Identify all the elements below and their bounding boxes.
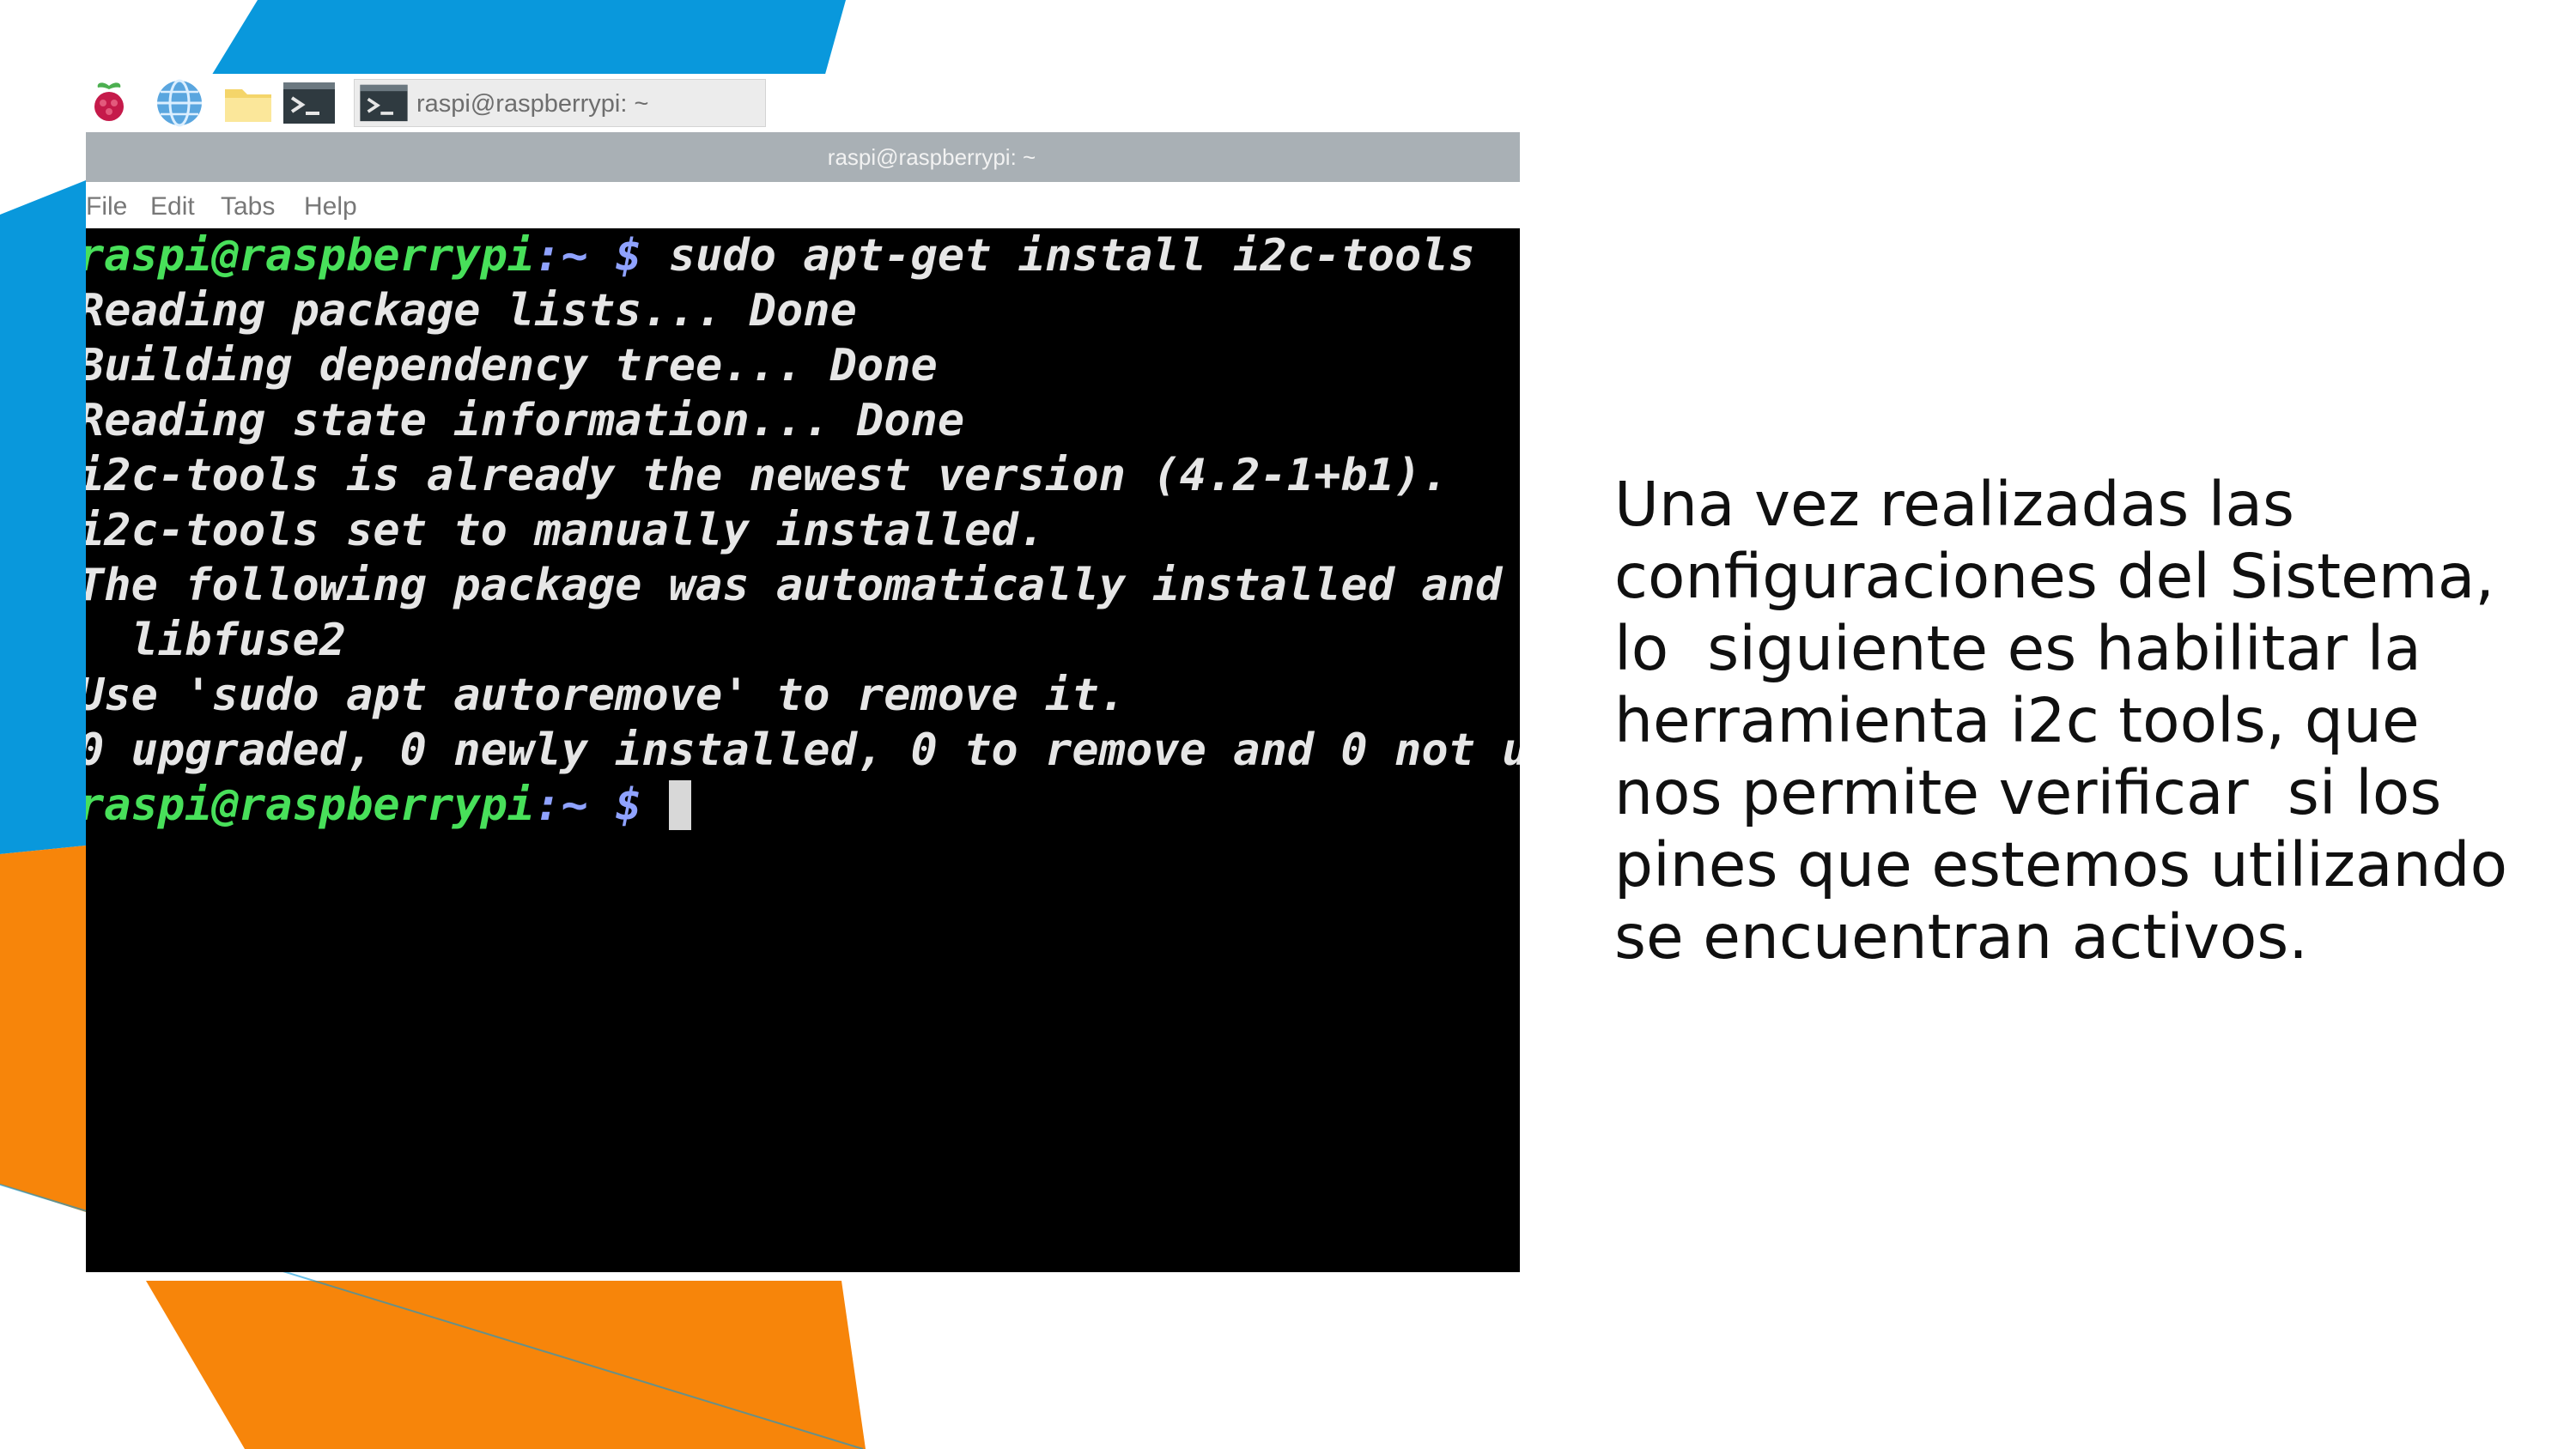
menu-tabs[interactable]: Tabs: [221, 192, 275, 221]
orange-shape-bottom: [146, 1281, 866, 1449]
taskbar: raspi@raspberrypi: ~: [86, 74, 1520, 132]
description-line: herramienta i2c tools, que: [1614, 685, 2420, 756]
text-cursor: [668, 780, 691, 830]
menu-bar: File Edit Tabs Help: [86, 182, 1520, 228]
output-line: libfuse2: [86, 615, 347, 666]
menu-file[interactable]: File: [86, 192, 127, 221]
taskbar-terminal-task[interactable]: raspi@raspberrypi: ~: [354, 79, 766, 127]
prompt-user: raspi@raspberrypi: [86, 230, 535, 282]
terminal-icon: [358, 83, 410, 130]
terminal-icon[interactable]: [282, 79, 337, 125]
raspberry-icon[interactable]: [88, 79, 131, 125]
menu-help[interactable]: Help: [304, 192, 357, 221]
description-line: Una vez realizadas las: [1614, 469, 2294, 540]
output-line: i2c-tools is already the newest version …: [86, 450, 1449, 501]
output-line: The following package was automatically …: [86, 560, 1503, 611]
description-text: Una vez realizadas las configuraciones d…: [1614, 469, 2567, 973]
window-titlebar[interactable]: raspi@raspberrypi: ~: [86, 132, 1520, 182]
prompt-dollar: $: [615, 779, 642, 831]
taskbar-task-label: raspi@raspberrypi: ~: [416, 90, 649, 118]
blue-shape-top: [210, 0, 846, 77]
desktop-screenshot: raspi@raspberrypi: ~ raspi@raspberrypi: …: [86, 74, 1520, 1281]
description-line: configuraciones del Sistema,: [1614, 541, 2494, 612]
prompt-line: raspi@raspberrypi:~ $: [86, 778, 691, 833]
prompt-path: :~: [534, 779, 588, 831]
description-line: lo siguiente es habilitar la: [1614, 613, 2421, 684]
blue-shape-left: [0, 180, 86, 854]
terminal-output[interactable]: raspi@raspberrypi:~ $ sudo apt-get insta…: [86, 228, 1520, 1272]
menu-edit[interactable]: Edit: [150, 192, 195, 221]
globe-icon[interactable]: [155, 79, 204, 127]
orange-shape-left: [0, 846, 86, 1212]
description-line: pines que estemos utilizando: [1614, 829, 2508, 900]
terminal-window: raspi@raspberrypi: ~ File Edit Tabs Help…: [86, 132, 1520, 1281]
output-line: Reading state information... Done: [86, 395, 965, 446]
prompt-path: :~: [534, 230, 588, 282]
prompt-user: raspi@raspberrypi: [86, 779, 535, 831]
window-title: raspi@raspberrypi: ~: [827, 144, 1036, 170]
output-line: Reading package lists... Done: [86, 285, 857, 336]
command-text: sudo apt-get install i2c-tools: [668, 230, 1475, 282]
command-line: raspi@raspberrypi:~ $ sudo apt-get insta…: [86, 228, 1475, 283]
folder-icon[interactable]: [222, 79, 275, 125]
output-line: i2c-tools set to manually installed.: [86, 505, 1046, 556]
description-line: se encuentran activos.: [1614, 901, 2308, 973]
output-line: Use 'sudo apt autoremove' to remove it.: [86, 670, 1126, 721]
prompt-dollar: $: [615, 230, 642, 282]
output-line: 0 upgraded, 0 newly installed, 0 to remo…: [86, 724, 1520, 776]
description-line: nos permite verificar si los: [1614, 757, 2442, 828]
output-line: Building dependency tree... Done: [86, 340, 938, 391]
